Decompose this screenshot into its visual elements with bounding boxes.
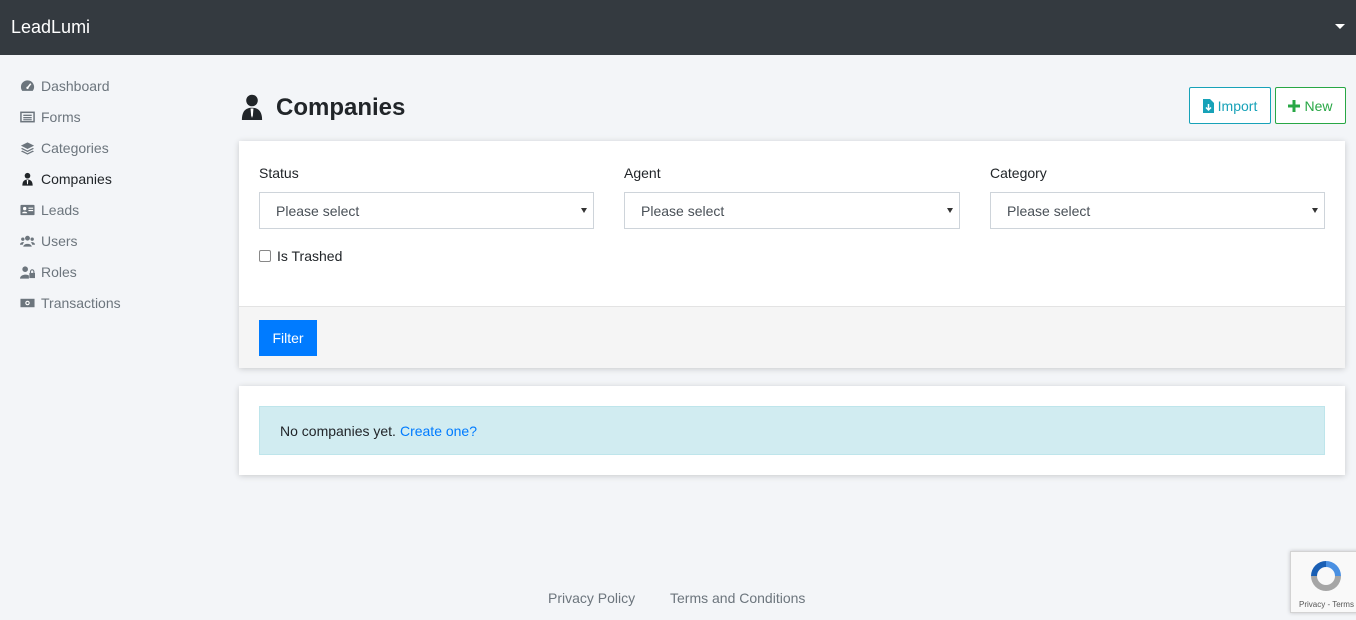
sidebar-item-label: Roles [41, 264, 77, 280]
page-title: Companies [276, 94, 406, 121]
import-button[interactable]: Import [1189, 87, 1271, 124]
recaptcha-icon [1308, 558, 1344, 597]
user-lock-icon [19, 265, 35, 279]
sidebar-item-label: Users [41, 233, 78, 249]
category-select[interactable]: Please select [990, 192, 1325, 229]
chevron-down-icon [1312, 208, 1318, 213]
sidebar-item-users[interactable]: Users [19, 231, 78, 251]
money-icon [19, 296, 35, 310]
agent-select[interactable]: Please select [624, 192, 960, 229]
status-select[interactable]: Please select [259, 192, 594, 229]
agent-select-value: Please select [641, 202, 725, 219]
sidebar-item-transactions[interactable]: Transactions [19, 293, 121, 313]
sidebar-item-label: Leads [41, 202, 80, 218]
import-label: Import [1217, 97, 1258, 114]
is-trashed-label: Is Trashed [277, 248, 343, 264]
is-trashed-field: Is Trashed [259, 248, 342, 264]
forms-icon [19, 110, 35, 124]
id-card-icon [19, 203, 35, 217]
brand-logo[interactable]: LeadLumi [11, 17, 90, 38]
users-icon [19, 234, 35, 248]
filter-card-footer: Filter [239, 306, 1345, 368]
dashboard-icon [19, 79, 35, 93]
page-header: Companies [240, 88, 405, 128]
recaptcha-badge[interactable]: Privacy - Terms [1290, 551, 1356, 613]
filter-button[interactable]: Filter [259, 320, 317, 356]
sidebar-item-label: Forms [41, 109, 81, 125]
sidebar-item-label: Categories [41, 140, 109, 156]
companies-list-card: No companies yet. Create one? [239, 386, 1345, 475]
status-label: Status [259, 165, 299, 181]
file-import-icon [1202, 98, 1214, 113]
sidebar-item-companies[interactable]: Companies [19, 169, 112, 189]
terms-link[interactable]: Terms and Conditions [670, 590, 805, 606]
privacy-policy-link[interactable]: Privacy Policy [548, 590, 635, 606]
empty-state-text: No companies yet. [280, 422, 396, 439]
user-tie-icon [19, 172, 35, 186]
empty-state-alert: No companies yet. Create one? [259, 406, 1325, 455]
sidebar-item-roles[interactable]: Roles [19, 262, 77, 282]
sidebar-item-forms[interactable]: Forms [19, 107, 81, 127]
category-label: Category [990, 165, 1047, 181]
filter-card: Status Please select Agent Please select… [239, 141, 1345, 368]
sidebar-item-dashboard[interactable]: Dashboard [19, 76, 110, 96]
is-trashed-checkbox[interactable] [259, 250, 271, 262]
new-label: New [1304, 97, 1333, 114]
chevron-down-icon [581, 208, 587, 213]
sidebar-item-leads[interactable]: Leads [19, 200, 79, 220]
sidebar-item-label: Transactions [41, 295, 121, 311]
status-select-value: Please select [276, 202, 360, 219]
recaptcha-text: Privacy - Terms [1299, 600, 1354, 609]
chevron-down-icon [947, 208, 953, 213]
sidebar-item-label: Companies [41, 171, 112, 187]
category-select-value: Please select [1007, 202, 1091, 219]
top-navbar: LeadLumi [0, 0, 1356, 55]
user-menu-caret-icon[interactable] [1335, 24, 1345, 29]
layers-icon [19, 141, 35, 155]
new-company-button[interactable]: New [1275, 87, 1346, 124]
agent-label: Agent [624, 165, 661, 181]
plus-icon [1288, 99, 1301, 112]
user-tie-icon [240, 94, 264, 123]
create-company-link[interactable]: Create one? [400, 423, 477, 439]
sidebar-item-label: Dashboard [41, 78, 110, 94]
sidebar-item-categories[interactable]: Categories [19, 138, 109, 158]
